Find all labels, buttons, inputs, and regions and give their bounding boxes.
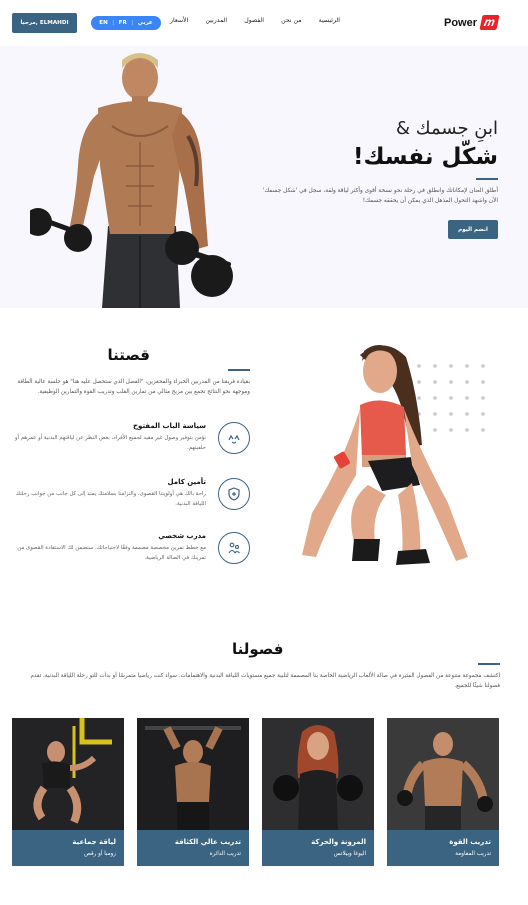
- menu-item-trainers[interactable]: المدربين: [205, 17, 227, 24]
- hero-title-underline: [476, 178, 498, 180]
- logo[interactable]: Power m: [443, 15, 500, 30]
- shield-icon: [218, 478, 250, 510]
- user-account-button[interactable]: مرحبا, ELMAHDI: [12, 13, 77, 33]
- top-navbar: Power m الرئيسية من نحن الفصول المدربين …: [0, 0, 528, 46]
- classes-title-underline: [478, 663, 500, 665]
- logo-text: Power: [443, 16, 477, 29]
- feature-title: سياسة الباب المفتوح: [133, 422, 206, 430]
- lang-separator: |: [131, 20, 134, 26]
- class-caption: المرونة والحركة اليوغا وبيلاتس: [262, 830, 374, 866]
- feature-open-door: سياسة الباب المفتوح نؤمن بتوفير وصول غير…: [12, 422, 250, 462]
- feature-description: نؤمن بتوفير وصول غير مقيد لجميع الأفراد،…: [14, 435, 206, 451]
- class-subtitle: تدريب المقاومة: [455, 851, 491, 857]
- class-photo-flexibility: [262, 718, 374, 830]
- menu-item-home[interactable]: الرئيسية: [319, 17, 340, 24]
- feature-full-insurance: تأمين كامل راحة بالك هي أولويتنا القصوى،…: [12, 478, 250, 518]
- class-photo-strength: [387, 718, 499, 830]
- main-menu: الرئيسية من نحن الفصول المدربين الأسعار: [170, 17, 340, 24]
- class-subtitle: زومبا أو رقص: [84, 851, 116, 857]
- class-card-strength[interactable]: تدريب القوة تدريب المقاومة: [387, 718, 499, 866]
- hero-bodybuilder-image: [30, 53, 233, 308]
- class-title: المرونة والحركة: [311, 838, 366, 846]
- story-description: بقيادة فريقنا من المدربين الخبراء والمحف…: [17, 379, 250, 395]
- class-caption: تدريب القوة تدريب المقاومة: [387, 830, 499, 866]
- class-card-group-fitness[interactable]: لياقة جماعية زومبا أو رقص: [12, 718, 124, 866]
- class-subtitle: اليوغا وبيلاتس: [333, 851, 366, 857]
- lang-en[interactable]: EN: [99, 20, 108, 26]
- trainer-icon: [218, 532, 250, 564]
- class-title: تدريب القوة: [449, 838, 491, 846]
- class-card-flexibility[interactable]: المرونة والحركة اليوغا وبيلاتس: [262, 718, 374, 866]
- classes-title: فصولنا: [232, 640, 284, 658]
- lang-separator: |: [112, 20, 115, 26]
- menu-item-about[interactable]: من نحن: [281, 17, 301, 24]
- logo-mark: m: [479, 15, 500, 30]
- language-switcher: EN | FR | عربي: [91, 16, 161, 30]
- classes-description: اكتشف مجموعة متنوعة من الفصول المثيرة في…: [30, 673, 500, 689]
- feature-personal-trainer: مدرب شخصي مع خطط تمرين مخصصة مصممة وفقًا…: [12, 532, 250, 572]
- feature-title: مدرب شخصي: [158, 532, 206, 540]
- lang-fr[interactable]: FR: [119, 20, 127, 26]
- class-card-hiit[interactable]: تدريب عالي الكثافة تدريب الدائرة: [137, 718, 249, 866]
- lang-ar[interactable]: عربي: [138, 20, 153, 26]
- hands-icon: [218, 422, 250, 454]
- feature-description: راحة بالك هي أولويتنا القصوى، والتزامنا …: [15, 491, 206, 507]
- class-subtitle: تدريب الدائرة: [209, 851, 241, 857]
- hero-description: أطلق العنان لإمكاناتك وانطلق في رحلة نحو…: [262, 188, 498, 204]
- story-title-underline: [228, 369, 250, 371]
- story-title: قصتنا: [107, 346, 150, 364]
- class-title: تدريب عالي الكثافة: [174, 838, 241, 846]
- hero-title-line1: ابنِ جسمك &: [396, 118, 498, 139]
- join-today-button[interactable]: انضم اليوم: [448, 220, 498, 239]
- feature-description: مع خطط تمرين مخصصة مصممة وفقًا لاحتياجات…: [17, 545, 206, 561]
- story-athlete-image: [302, 345, 468, 565]
- class-photo-hiit: [137, 718, 249, 830]
- class-cards: تدريب القوة تدريب المقاومة المرونة والحر…: [12, 718, 500, 866]
- class-caption: تدريب عالي الكثافة تدريب الدائرة: [137, 830, 249, 866]
- menu-item-prices[interactable]: الأسعار: [170, 17, 188, 24]
- hero-title-line2: شكّل نفسك!: [352, 144, 498, 170]
- hero-section: ابنِ جسمك & شكّل نفسك! أطلق العنان لإمكا…: [0, 46, 528, 308]
- feature-title: تأمين كامل: [167, 478, 206, 486]
- menu-item-classes[interactable]: الفصول: [244, 17, 264, 24]
- class-photo-group-fitness: [12, 718, 124, 830]
- class-title: لياقة جماعية: [72, 838, 116, 846]
- class-caption: لياقة جماعية زومبا أو رقص: [12, 830, 124, 866]
